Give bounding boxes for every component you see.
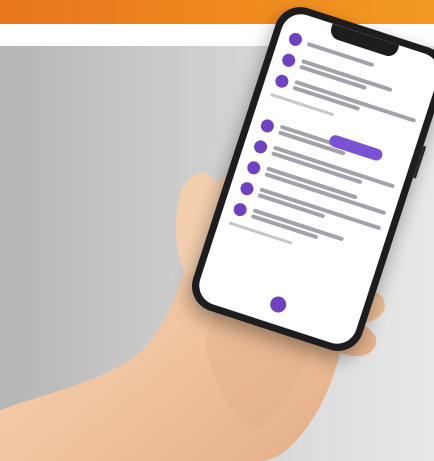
- avatar: [273, 72, 291, 89]
- compose-button: [268, 294, 289, 315]
- avatar: [252, 138, 269, 155]
- avatar: [287, 31, 304, 48]
- avatar: [232, 200, 249, 218]
- avatar: [245, 159, 263, 176]
- avatar: [280, 51, 298, 69]
- avatar: [238, 180, 256, 197]
- avatar: [259, 117, 276, 134]
- photo-scene: [0, 0, 434, 461]
